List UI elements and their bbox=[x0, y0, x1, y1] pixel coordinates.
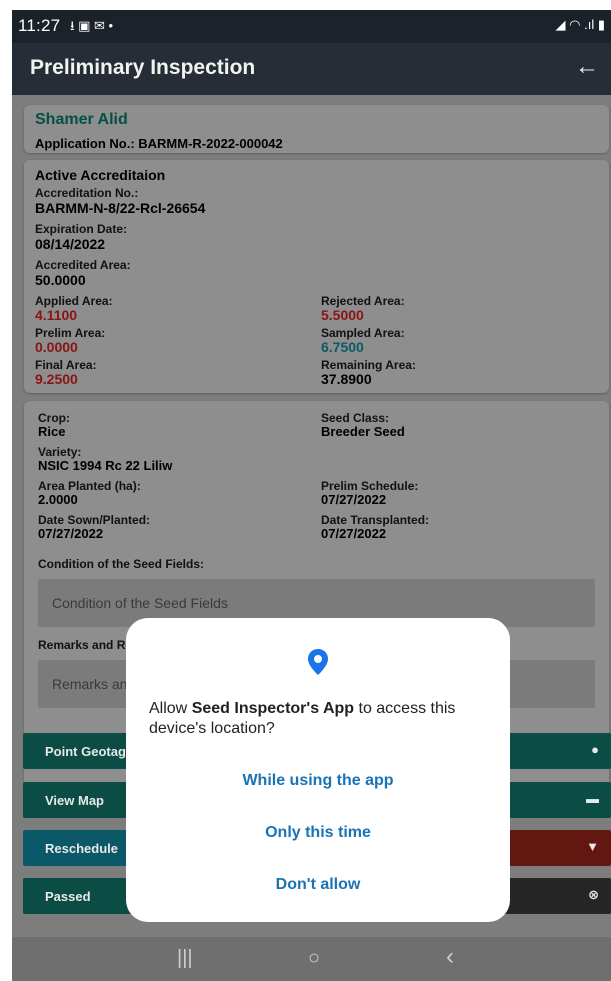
accredited-area-label: Accredited Area: bbox=[35, 258, 131, 272]
dont-allow-button[interactable]: Don't allow bbox=[126, 876, 510, 894]
rejected-area: 5.5000 bbox=[321, 307, 364, 323]
page-title: Preliminary Inspection bbox=[30, 56, 256, 79]
home-icon[interactable]: ○ bbox=[308, 947, 320, 970]
area-planted-label: Area Planted (ha): bbox=[38, 479, 141, 493]
seed-class-value: Breeder Seed bbox=[321, 424, 405, 439]
prelim-schedule-label: Prelim Schedule: bbox=[321, 479, 419, 493]
condition-placeholder: Condition of the Seed Fields bbox=[52, 595, 228, 611]
remaining-area-label: Remaining Area: bbox=[321, 358, 416, 372]
applicant-name: Shamer Alid bbox=[35, 111, 128, 128]
applied-area-label: Applied Area: bbox=[35, 294, 113, 308]
view-map-label: View Map bbox=[45, 793, 105, 808]
prelim-area: 0.0000 bbox=[35, 339, 78, 355]
date-sown-value: 07/27/2022 bbox=[38, 526, 104, 541]
condition-label: Condition of the Seed Fields: bbox=[38, 557, 204, 571]
sampled-area-label: Sampled Area: bbox=[321, 326, 405, 340]
remaining-area: 37.8900 bbox=[321, 371, 372, 387]
expiration-label: Expiration Date: bbox=[35, 222, 128, 236]
rejected-area-label: Rejected Area: bbox=[321, 294, 405, 308]
variety-value: NSIC 1994 Rc 22 Liliw bbox=[38, 458, 173, 473]
prelim-schedule-value: 07/27/2022 bbox=[321, 492, 387, 507]
final-area: 9.2500 bbox=[35, 371, 78, 387]
location-permission-dialog: Allow Seed Inspector's App to access thi… bbox=[126, 618, 510, 922]
application-number: Application No.: BARMM-R-2022-000042 bbox=[35, 136, 283, 151]
while-using-app-button[interactable]: While using the app bbox=[126, 772, 510, 790]
accredited-area: 50.0000 bbox=[35, 272, 86, 288]
thumbs-down-icon: ▼ bbox=[586, 839, 599, 854]
status-time: 11:27 bbox=[18, 16, 61, 35]
back-arrow-icon[interactable]: ← bbox=[575, 53, 599, 81]
app-bar: Preliminary Inspection ← bbox=[12, 43, 611, 95]
expiration-date: 08/14/2022 bbox=[35, 236, 106, 252]
date-transplanted-label: Date Transplanted: bbox=[321, 513, 430, 527]
system-nav-bar: ||| ○ ‹ bbox=[12, 937, 611, 981]
date-sown-label: Date Sown/Planted: bbox=[38, 513, 151, 527]
remarks-label: Remarks and Re bbox=[38, 638, 133, 652]
point-geotag-label: Point Geotagg bbox=[45, 744, 134, 759]
crop-value: Rice bbox=[38, 424, 66, 439]
status-bar: 11:27 ⭳ ▣ ✉ • ◢ ◠ .ıl ▮ bbox=[12, 10, 611, 43]
map-pin-plus-icon: ● bbox=[591, 742, 599, 757]
accreditation-no: BARMM-N-8/22-Rcl-26654 bbox=[35, 200, 206, 216]
applied-area: 4.1100 bbox=[35, 307, 78, 323]
image-icon: ▬ bbox=[586, 791, 599, 806]
prelim-area-label: Prelim Area: bbox=[35, 326, 106, 340]
notification-icons: ⭳ ▣ ✉ • bbox=[70, 18, 114, 33]
app-name: Seed Inspector's App bbox=[191, 700, 355, 717]
back-nav-icon[interactable]: ‹ bbox=[446, 943, 454, 971]
crop-label: Crop: bbox=[38, 411, 70, 425]
area-planted-value: 2.0000 bbox=[38, 492, 78, 507]
recents-icon[interactable]: ||| bbox=[177, 947, 193, 970]
final-area-label: Final Area: bbox=[35, 358, 97, 372]
variety-label: Variety: bbox=[38, 445, 82, 459]
passed-label: Passed bbox=[45, 889, 91, 904]
accreditation-no-label: Accreditation No.: bbox=[35, 186, 139, 200]
close-circle-icon: ⊗ bbox=[588, 887, 599, 902]
accreditation-card: Active Accreditaion Accreditation No.: B… bbox=[24, 160, 609, 393]
date-transplanted-value: 07/27/2022 bbox=[321, 526, 387, 541]
message-prefix: Allow bbox=[149, 700, 192, 717]
signal-icons: ◢ ◠ .ıl ▮ bbox=[555, 17, 605, 32]
accreditation-title: Active Accreditaion bbox=[35, 167, 166, 183]
sampled-area: 6.7500 bbox=[321, 339, 364, 355]
seed-class-label: Seed Class: bbox=[321, 411, 390, 425]
location-pin-icon bbox=[308, 649, 328, 675]
remarks-placeholder: Remarks and bbox=[52, 676, 136, 692]
applicant-card: Shamer Alid Application No.: BARMM-R-202… bbox=[24, 105, 609, 153]
reschedule-label: Reschedule bbox=[45, 841, 118, 856]
only-this-time-button[interactable]: Only this time bbox=[126, 824, 510, 842]
permission-message: Allow Seed Inspector's App to access thi… bbox=[149, 699, 489, 739]
